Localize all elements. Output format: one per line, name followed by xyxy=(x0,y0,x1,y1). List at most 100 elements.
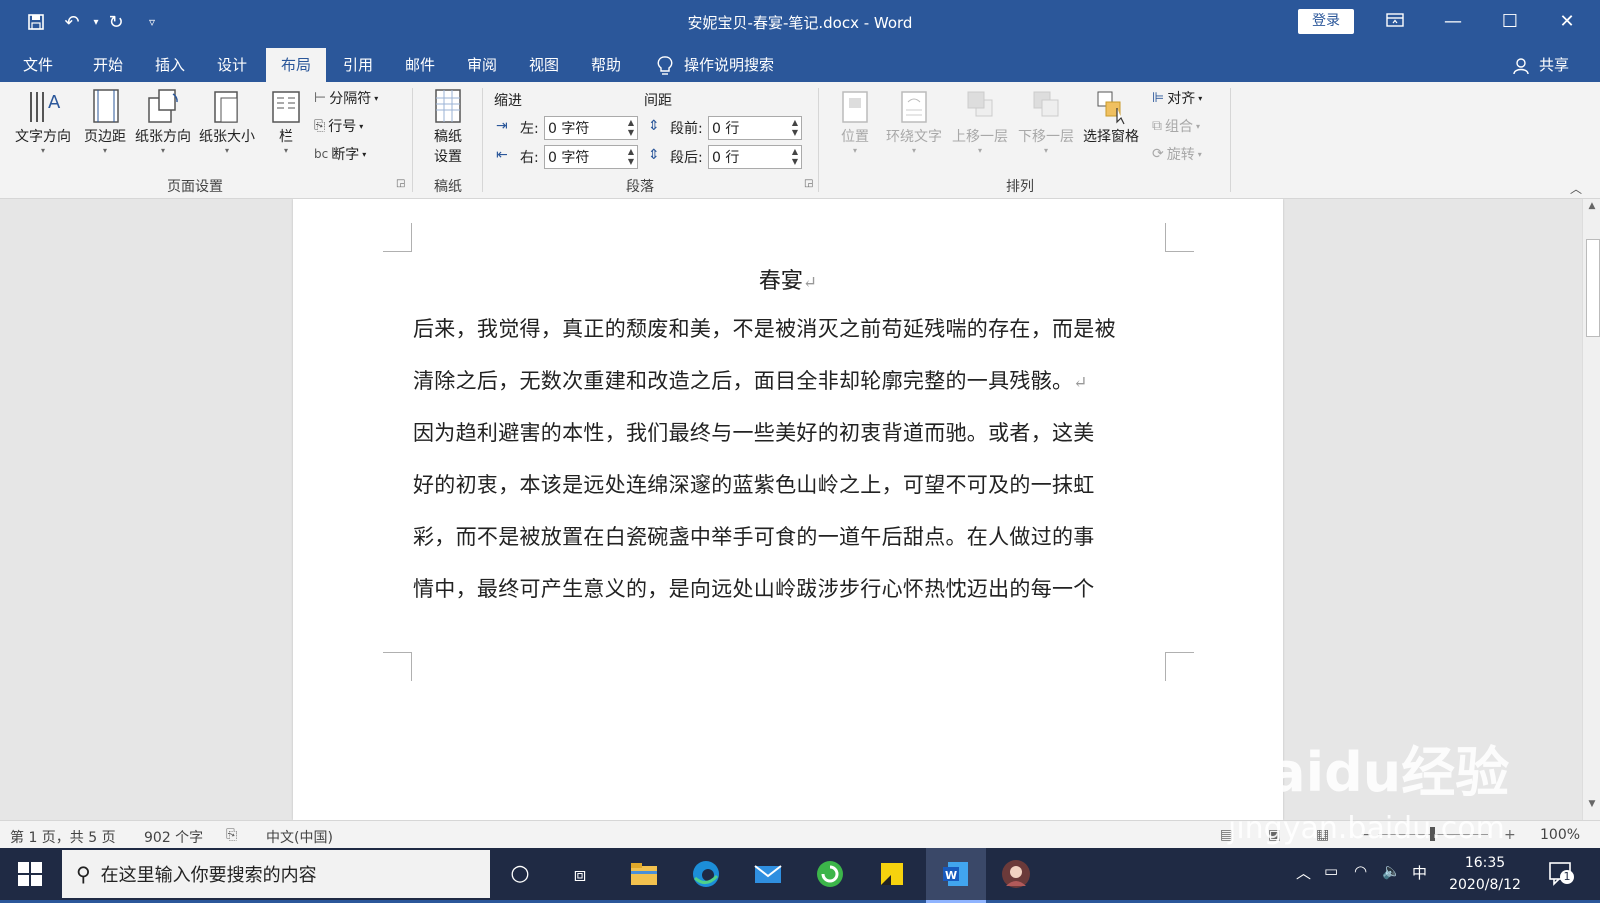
spin-arrows-icon[interactable]: ▲ ▼ xyxy=(628,118,634,138)
indent-right-input[interactable]: 0 字符 ▲ ▼ xyxy=(544,145,638,169)
maximize-icon[interactable]: ☐ xyxy=(1487,6,1533,38)
tray-overflow-icon[interactable]: ︿ xyxy=(1296,862,1311,883)
tab-review[interactable]: 审阅 xyxy=(454,48,510,82)
login-button[interactable]: 登录 xyxy=(1298,9,1354,34)
notification-center-icon[interactable]: 1 xyxy=(1548,860,1574,886)
document-page[interactable]: 春宴↵ 后来，我觉得，真正的颓废和美，不是被消灭之前苟延残喘的存在，而是被 清除… xyxy=(293,199,1283,820)
language-status[interactable]: 中文(中国) xyxy=(266,827,333,847)
orientation-label: 纸张方向 xyxy=(135,129,191,145)
spacing-after-input[interactable]: 0 行 ▲ ▼ xyxy=(708,145,802,169)
spin-arrows-icon[interactable]: ▲ ▼ xyxy=(628,147,634,167)
text-line[interactable]: 因为趋利避害的本性，我们最终与一些美好的初衷背道而驰。或者，这美 xyxy=(413,417,1169,447)
file-explorer-icon[interactable] xyxy=(628,858,660,890)
margins-icon xyxy=(93,89,119,123)
size-button[interactable]: 纸张大小 ▾ xyxy=(196,86,258,155)
text-line-content: 清除之后，无数次重建和改造之后，面目全非却轮廓完整的一具残骸。 xyxy=(413,369,1074,393)
battery-icon[interactable]: ▭ xyxy=(1324,862,1338,880)
lightbulb-icon[interactable] xyxy=(652,48,678,82)
task-view-icon[interactable]: ⧈ xyxy=(564,858,596,890)
spin-arrows-icon[interactable]: ▲ ▼ xyxy=(792,147,798,167)
vertical-scrollbar[interactable]: ▲ ▼ xyxy=(1582,199,1600,820)
user-avatar-app-icon[interactable] xyxy=(1000,858,1032,890)
cortana-icon[interactable]: ○ xyxy=(504,858,536,890)
tab-layout[interactable]: 布局 xyxy=(266,48,326,82)
tab-help[interactable]: 帮助 xyxy=(578,48,634,82)
paragraph-dialog-launcher-icon[interactable]: ◲ xyxy=(804,178,813,189)
collapse-ribbon-icon[interactable]: ︿ xyxy=(1570,180,1582,197)
tab-home[interactable]: 开始 xyxy=(80,48,136,82)
orientation-button[interactable]: 纸张方向 ▾ xyxy=(132,86,194,155)
text-line[interactable]: 清除之后，无数次重建和改造之后，面目全非却轮廓完整的一具残骸。↵ xyxy=(413,365,1169,395)
text-line[interactable]: 后来，我觉得，真正的颓废和美，不是被消灭之前苟延残喘的存在，而是被 xyxy=(413,313,1169,343)
selection-pane-button[interactable]: 选择窗格 xyxy=(1078,86,1144,146)
indent-left-value: 0 字符 xyxy=(548,121,590,137)
word-taskbar-button[interactable]: W xyxy=(926,848,986,903)
line-numbers-button[interactable]: ⎘ 行号 ▾ xyxy=(314,116,363,136)
print-layout-icon[interactable]: ▣ xyxy=(1268,827,1281,843)
read-mode-icon[interactable]: ▤ xyxy=(1220,827,1233,843)
close-icon[interactable]: ✕ xyxy=(1544,6,1590,38)
ribbon-display-options-icon[interactable] xyxy=(1372,6,1418,38)
windows-start-icon[interactable] xyxy=(18,862,42,890)
customize-quick-access-icon[interactable]: ▿ xyxy=(138,8,166,36)
text-line[interactable]: 彩，而不是被放置在白瓷碗盏中举手可食的一道午后甜点。在人做过的事 xyxy=(413,521,1169,551)
text-direction-icon: A xyxy=(30,92,61,122)
taskbar-clock[interactable]: 16:35 2020/8/12 xyxy=(1440,852,1530,896)
web-layout-icon[interactable]: ▦ xyxy=(1316,827,1329,843)
document-heading[interactable]: 春宴↵ xyxy=(293,263,1283,295)
text-direction-button[interactable]: A 文字方向 ▾ xyxy=(12,86,74,155)
breaks-button[interactable]: ⊢ 分隔符 ▾ xyxy=(314,88,378,108)
group-button[interactable]: ⧉ 组合 ▾ xyxy=(1152,116,1200,136)
zoom-in-icon[interactable]: + xyxy=(1504,827,1516,843)
zoom-slider-thumb[interactable] xyxy=(1430,827,1435,841)
taskbar-search-box[interactable]: ⚲ 在这里输入你要搜索的内容 xyxy=(62,850,490,898)
minimize-icon[interactable]: — xyxy=(1430,6,1476,38)
ime-indicator[interactable]: 中 xyxy=(1412,862,1427,883)
browser-green-icon[interactable] xyxy=(814,858,846,890)
clock-time: 16:35 xyxy=(1464,855,1506,871)
wifi-icon[interactable]: ◠ xyxy=(1354,862,1367,880)
word-app-icon: W xyxy=(943,862,968,886)
manuscript-settings-button[interactable]: 稿纸 设置 xyxy=(420,86,476,166)
hyphenation-button[interactable]: bc 断字 ▾ xyxy=(314,144,366,164)
volume-icon[interactable]: 🔈 xyxy=(1382,862,1401,880)
spin-arrows-icon[interactable]: ▲ ▼ xyxy=(792,118,798,138)
align-button[interactable]: ⊫ 对齐 ▾ xyxy=(1152,88,1202,108)
zoom-level[interactable]: 100% xyxy=(1540,827,1580,843)
proofing-icon[interactable]: ⎘ xyxy=(226,827,237,843)
bring-forward-button[interactable]: 上移一层 ▾ xyxy=(948,86,1012,155)
tab-file[interactable]: 文件 xyxy=(12,48,64,82)
text-line[interactable]: 好的初衷，本该是远处连绵深邃的蓝紫色山岭之上，可望不可及的一抹虹 xyxy=(413,469,1169,499)
tab-references[interactable]: 引用 xyxy=(330,48,386,82)
text-line[interactable]: 情中，最终可产生意义的，是向远处山岭跋涉步行心怀热忱迈出的每一个 xyxy=(413,573,1169,603)
redo-icon[interactable]: ↻ xyxy=(102,8,130,36)
page-count-status[interactable]: 第 1 页，共 5 页 xyxy=(10,827,116,847)
tab-view[interactable]: 视图 xyxy=(516,48,572,82)
indent-left-input[interactable]: 0 字符 ▲ ▼ xyxy=(544,116,638,140)
spacing-before-input[interactable]: 0 行 ▲ ▼ xyxy=(708,116,802,140)
wrap-text-button[interactable]: 环绕文字 ▾ xyxy=(882,86,946,155)
tab-insert[interactable]: 插入 xyxy=(142,48,198,82)
columns-button[interactable]: 栏 ▾ xyxy=(268,86,304,155)
tab-mailings[interactable]: 邮件 xyxy=(392,48,448,82)
position-button[interactable]: 位置 ▾ xyxy=(830,86,880,155)
tab-design[interactable]: 设计 xyxy=(204,48,260,82)
save-icon[interactable] xyxy=(22,8,50,36)
status-bar: 第 1 页，共 5 页 902 个字 ⎘ 中文(中国) ▤ ▣ ▦ − + 10… xyxy=(0,820,1600,849)
rotate-button[interactable]: ⟳ 旋转 ▾ xyxy=(1152,144,1202,164)
word-count-status[interactable]: 902 个字 xyxy=(144,827,203,847)
tell-me-search[interactable]: 操作说明搜索 xyxy=(684,48,794,82)
send-backward-button[interactable]: 下移一层 ▾ xyxy=(1014,86,1078,155)
share-person-icon[interactable] xyxy=(1510,48,1532,82)
share-button[interactable]: 共享 xyxy=(1534,48,1574,82)
scroll-down-icon[interactable]: ▼ xyxy=(1585,799,1599,815)
mail-icon[interactable] xyxy=(752,858,784,890)
scroll-up-icon[interactable]: ▲ xyxy=(1585,201,1599,217)
search-placeholder: 在这里输入你要搜索的内容 xyxy=(100,865,317,886)
scroll-thumb[interactable] xyxy=(1586,239,1600,337)
zoom-out-icon[interactable]: − xyxy=(1360,827,1372,843)
page-setup-dialog-launcher-icon[interactable]: ◲ xyxy=(396,178,405,189)
edge-browser-icon[interactable] xyxy=(690,858,722,890)
sticky-notes-icon[interactable] xyxy=(876,858,908,890)
margins-button[interactable]: 页边距 ▾ xyxy=(78,86,132,155)
